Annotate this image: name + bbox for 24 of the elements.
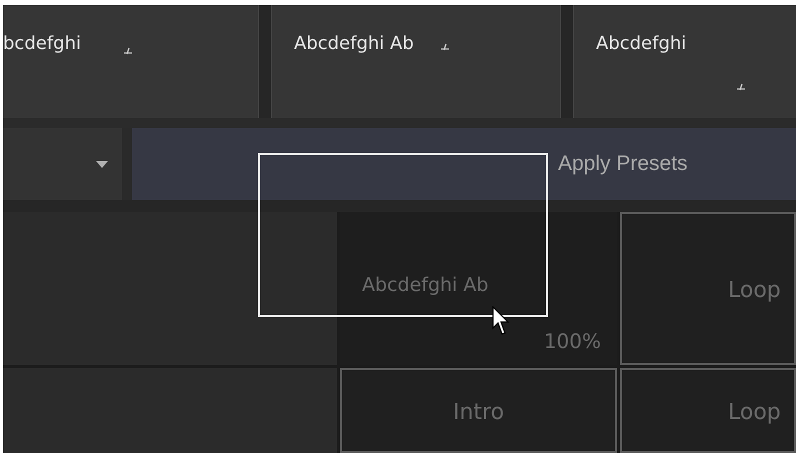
clip-cell[interactable]: Loop [620,368,796,453]
tile-label: Abcdefghi [596,33,686,54]
tile[interactable]: bcdefghi [3,5,258,118]
clip-cell[interactable]: Loop [620,212,796,365]
tile[interactable]: Abcdefghi Ab [272,5,560,118]
tile-label: Abcdefghi Ab [294,33,414,54]
preset-dropdown[interactable] [3,128,122,200]
clip-label: Loop [728,278,782,303]
tile[interactable]: Abcdefghi [574,5,796,118]
marker-icon [440,43,450,51]
apply-presets-bar[interactable]: Apply Presets [132,128,796,200]
marker-icon [736,83,746,91]
clip-label: Intro [452,400,506,425]
caret-icon [96,161,108,168]
clip-cell[interactable]: Intro [340,368,617,453]
level-text: 100% [544,329,601,353]
clip-label: Abcdefghi Ab [362,274,490,296]
tile-label: bcdefghi [3,33,81,54]
empty-slot[interactable] [3,212,337,365]
apply-presets-label: Apply Presets [558,152,688,176]
empty-slot[interactable] [3,368,337,453]
cursor-icon [492,306,510,336]
clip-label: Loop [728,400,782,425]
marker-icon [123,47,133,55]
